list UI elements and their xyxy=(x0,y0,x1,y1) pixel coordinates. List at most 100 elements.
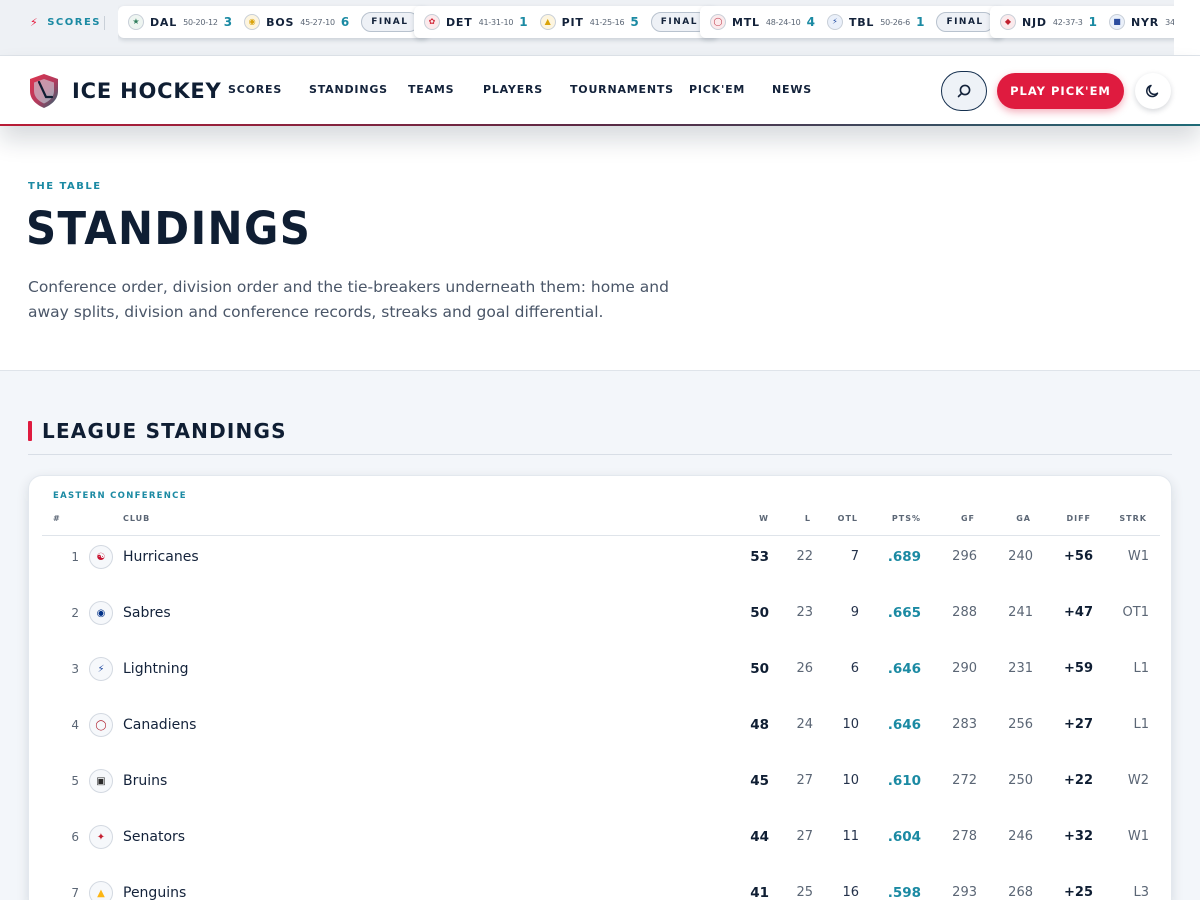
team-score: 1 xyxy=(519,15,528,29)
row-club-name[interactable]: Hurricanes xyxy=(123,549,199,565)
page-title: STANDINGS xyxy=(26,202,312,255)
table-row[interactable]: 4 ◯ Canadiens 48 24 10 .646 283 256 +27 L1 xyxy=(29,713,1171,773)
team-score: 5 xyxy=(630,15,639,29)
row-streak: L3 xyxy=(1133,885,1149,900)
row-club-name[interactable]: Senators xyxy=(123,829,185,845)
nav-news[interactable]: NEWS xyxy=(772,83,812,96)
row-streak: L1 xyxy=(1133,717,1149,732)
lightning-bolt-icon: ⚡ xyxy=(30,16,40,29)
theme-toggle-button[interactable] xyxy=(1135,73,1171,109)
row-losses: 27 xyxy=(796,829,813,844)
row-rank: 2 xyxy=(71,606,79,620)
row-losses: 25 xyxy=(796,885,813,900)
row-gf: 296 xyxy=(952,549,977,564)
table-row[interactable]: 1 ☯ Hurricanes 53 22 7 .689 296 240 +56 W1 xyxy=(29,545,1171,605)
team-abbr: BOS xyxy=(266,15,295,29)
col-otl[interactable]: OTL xyxy=(818,514,858,523)
row-rank: 5 xyxy=(71,774,79,788)
row-streak: W2 xyxy=(1127,773,1149,788)
team-abbr: DAL xyxy=(150,15,178,29)
rangers-logo-icon: ■ xyxy=(1109,14,1126,30)
nav-pickem[interactable]: PICK'EM xyxy=(689,83,745,96)
col-l[interactable]: L xyxy=(771,514,811,523)
row-club-name[interactable]: Lightning xyxy=(123,661,188,677)
search-button[interactable] xyxy=(941,71,987,111)
table-row[interactable]: 5 ▣ Bruins 45 27 10 .610 272 250 +22 W2 xyxy=(29,769,1171,829)
moon-icon xyxy=(1146,84,1159,98)
col-pct[interactable]: PTS% xyxy=(871,514,921,523)
row-pts-pct: .604 xyxy=(887,829,921,845)
row-gf: 290 xyxy=(952,661,977,676)
row-gf: 272 xyxy=(952,773,977,788)
row-pts-pct: .665 xyxy=(887,605,921,621)
row-pts-pct: .646 xyxy=(887,661,921,677)
row-club-name[interactable]: Bruins xyxy=(123,773,167,789)
row-wins: 48 xyxy=(750,717,769,733)
nav-tournaments[interactable]: TOURNAMENTS xyxy=(570,83,674,96)
col-rank[interactable]: # xyxy=(53,514,61,523)
site-header: ICE HOCKEY SCORES STANDINGS TEAMS PLAYER… xyxy=(0,56,1200,126)
col-strk[interactable]: STRK xyxy=(1107,514,1147,523)
ticker-label-text: SCORES xyxy=(47,17,102,28)
table-row[interactable]: 6 ✦ Senators 44 27 11 .604 278 246 +32 W1 xyxy=(29,825,1171,885)
col-gf[interactable]: GF xyxy=(935,514,975,523)
nav-scores[interactable]: SCORES xyxy=(228,83,282,96)
brand-logo-link[interactable]: ICE HOCKEY xyxy=(28,73,222,109)
row-gf: 283 xyxy=(952,717,977,732)
nav-players[interactable]: PLAYERS xyxy=(483,83,543,96)
nav-standings[interactable]: STANDINGS xyxy=(309,83,388,96)
row-pts-pct: .610 xyxy=(887,773,921,789)
score-ticker: ⚡ SCORES ★ DAL 50-20-12 3 ◉ BOS 45-27-10… xyxy=(0,0,1200,56)
search-icon xyxy=(957,84,971,98)
row-streak: W1 xyxy=(1127,829,1149,844)
row-club-name[interactable]: Sabres xyxy=(123,605,171,621)
row-diff: +56 xyxy=(1064,549,1093,564)
row-otl: 7 xyxy=(850,549,859,564)
table-row[interactable]: 7 ▲ Penguins 41 25 16 .598 293 268 +25 L3 xyxy=(29,881,1171,900)
game-card[interactable]: ◯ MTL 48-24-10 4 ⚡ TBL 50-26-6 1 FINAL xyxy=(700,6,1004,38)
row-club-name[interactable]: Canadiens xyxy=(123,717,196,733)
row-ga: 231 xyxy=(1008,661,1033,676)
row-diff: +25 xyxy=(1064,885,1093,900)
standings-table-card: EASTERN CONFERENCE # CLUB W L OTL PTS% G… xyxy=(28,475,1172,900)
page-description: Conference order, division order and the… xyxy=(28,278,669,321)
col-club[interactable]: CLUB xyxy=(123,514,150,523)
row-ga: 268 xyxy=(1008,885,1033,900)
game-card[interactable]: ★ DAL 50-20-12 3 ◉ BOS 45-27-10 6 FINAL xyxy=(118,6,429,38)
nav-teams[interactable]: TEAMS xyxy=(408,83,454,96)
ticker-fade xyxy=(1174,0,1200,55)
row-club-name[interactable]: Penguins xyxy=(123,885,186,900)
row-otl: 16 xyxy=(842,885,859,900)
row-wins: 50 xyxy=(750,661,769,677)
star-logo-icon: ★ xyxy=(128,14,144,30)
row-diff: +32 xyxy=(1064,829,1093,844)
devils-logo-icon: ◆ xyxy=(1000,14,1016,30)
row-gf: 288 xyxy=(952,605,977,620)
canadiens-logo-icon: ◯ xyxy=(89,713,113,737)
row-rank: 7 xyxy=(71,886,79,900)
row-wins: 44 xyxy=(750,829,769,845)
bruins-logo-icon: ▣ xyxy=(89,769,113,793)
table-row[interactable]: 3 ⚡ Lightning 50 26 6 .646 290 231 +59 L1 xyxy=(29,657,1171,717)
game-card[interactable]: ✿ DET 41-31-10 1 ▲ PIT 41-25-16 5 FINAL xyxy=(414,6,719,38)
row-rank: 3 xyxy=(71,662,79,676)
play-pickem-button[interactable]: PLAY PICK'EM xyxy=(997,73,1124,109)
team-abbr: DET xyxy=(446,15,473,29)
row-gf: 278 xyxy=(952,829,977,844)
row-pts-pct: .646 xyxy=(887,717,921,733)
col-ga[interactable]: GA xyxy=(991,514,1031,523)
row-ga: 241 xyxy=(1008,605,1033,620)
row-ga: 256 xyxy=(1008,717,1033,732)
row-rank: 6 xyxy=(71,830,79,844)
team-record: 50-20-12 xyxy=(183,17,218,27)
col-w[interactable]: W xyxy=(729,514,769,523)
table-header: # CLUB W L OTL PTS% GF GA DIFF STRK xyxy=(29,514,1171,528)
team-abbr: NJD xyxy=(1022,15,1047,29)
section-divider xyxy=(28,454,1172,455)
col-diff[interactable]: DIFF xyxy=(1051,514,1091,523)
table-row[interactable]: 2 ◉ Sabres 50 23 9 .665 288 241 +47 OT1 xyxy=(29,601,1171,661)
team-score: 4 xyxy=(806,15,815,29)
team-abbr: NYR xyxy=(1131,15,1160,29)
ticker-track: ★ DAL 50-20-12 3 ◉ BOS 45-27-10 6 FINAL … xyxy=(118,0,1174,55)
game-card[interactable]: ◆ NJD 42-37-3 1 ■ NYR 34- xyxy=(990,6,1174,38)
